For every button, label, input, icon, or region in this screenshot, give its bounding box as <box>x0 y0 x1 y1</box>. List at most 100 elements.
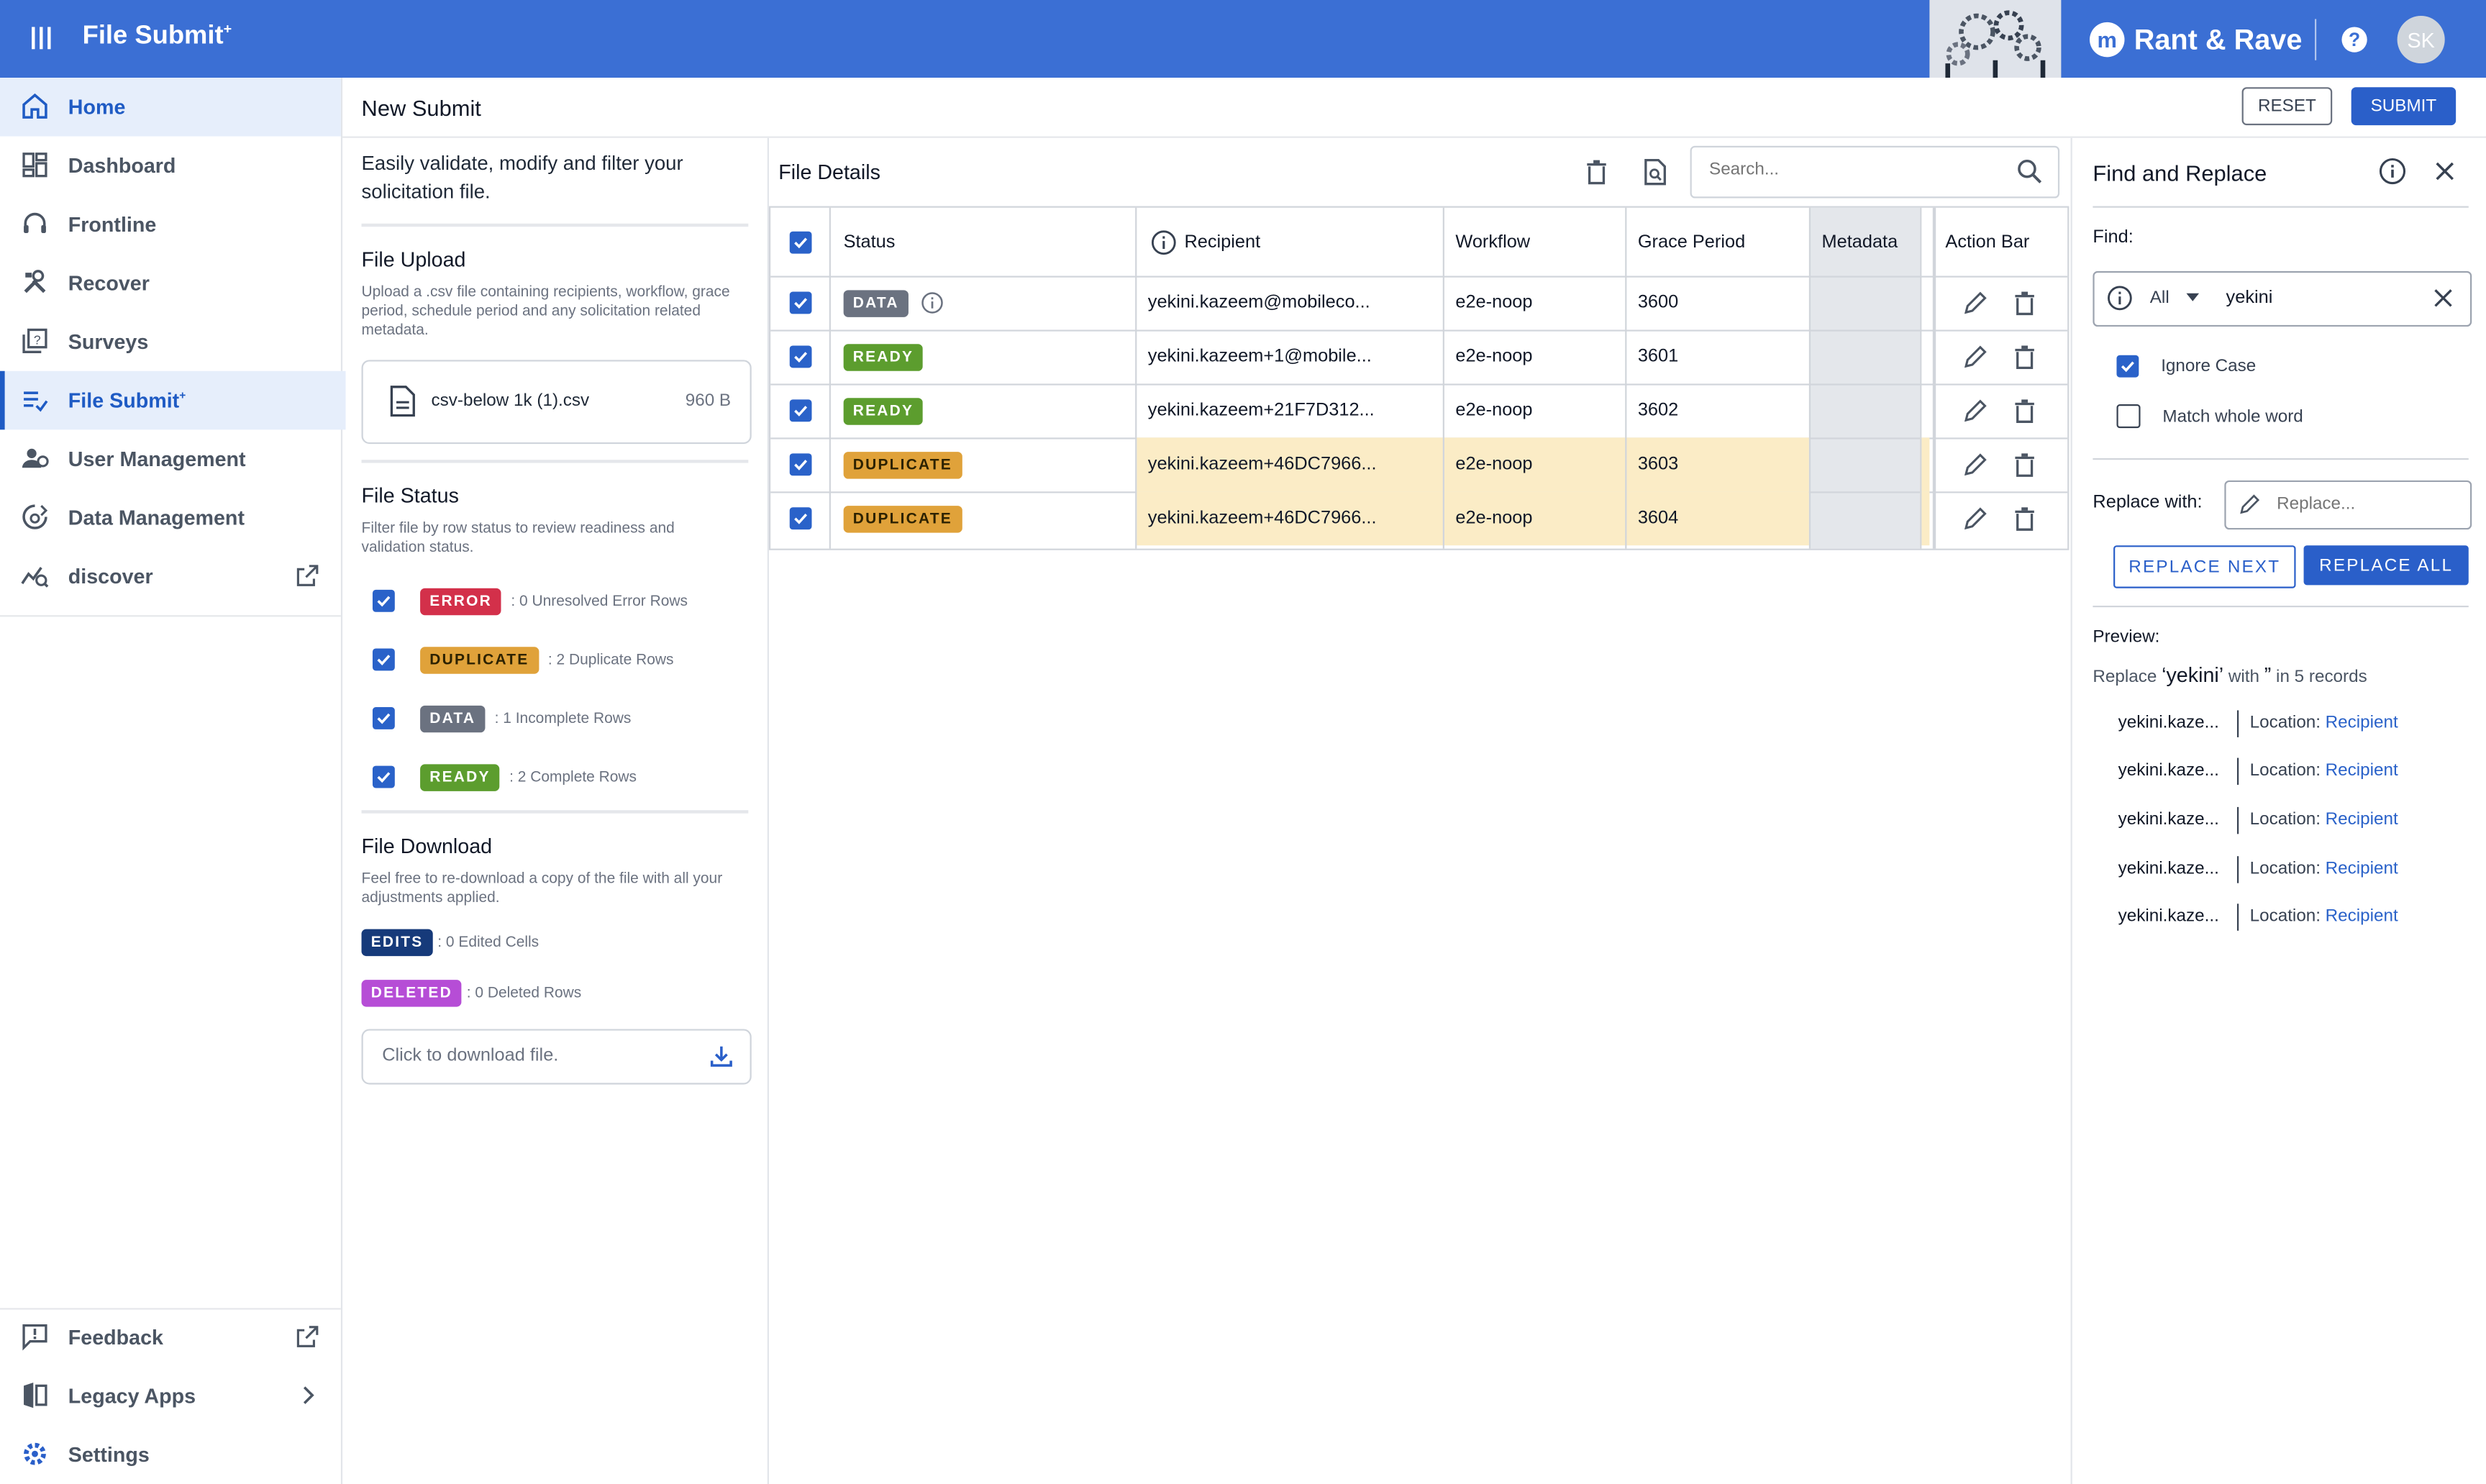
checkbox-checked[interactable] <box>372 648 395 671</box>
status-filter-error[interactable]: ERROR : 0 Unresolved Error Rows <box>372 585 688 616</box>
help-icon[interactable]: ? <box>2340 25 2369 54</box>
sidebar-item-dashboard[interactable]: Dashboard <box>0 137 341 196</box>
grace-period-cell[interactable]: 3604 <box>1638 491 1678 545</box>
checkbox-checked[interactable] <box>372 707 395 729</box>
recipient-cell[interactable]: yekini.kazeem+21F7D312... <box>1148 383 1449 437</box>
edit-row-button[interactable] <box>1963 329 1988 383</box>
ignore-case-checkbox[interactable] <box>2116 355 2139 378</box>
checkbox-checked[interactable] <box>372 589 395 612</box>
menu-icon[interactable] <box>25 22 57 54</box>
reset-button[interactable]: RESET <box>2241 87 2333 126</box>
search-input[interactable] <box>1706 158 1998 181</box>
sidebar-item-legacy-apps[interactable]: Legacy Apps <box>0 1367 341 1426</box>
edit-row-button[interactable] <box>1963 491 1988 545</box>
sidebar-item-recover[interactable]: Recover <box>0 254 341 313</box>
recipient-cell[interactable]: yekini.kazeem+46DC7966... <box>1148 491 1449 545</box>
select-all-checkbox[interactable] <box>789 208 821 276</box>
grace-period-cell[interactable]: 3603 <box>1638 437 1678 491</box>
row-checkbox[interactable] <box>789 276 812 330</box>
location-link[interactable]: Recipient <box>2326 761 2398 780</box>
workflow-cell[interactable]: e2e-noop <box>1455 437 1532 491</box>
file-details-title: File Details <box>778 160 880 184</box>
chevron-down-icon[interactable] <box>2186 293 2200 301</box>
match-whole-word-option[interactable]: Match whole word <box>2116 404 2303 429</box>
row-checkbox[interactable] <box>789 329 812 383</box>
sidebar-item-data-management[interactable]: Data Management <box>0 488 341 547</box>
preview-row[interactable]: yekini.kaze... Location: Recipient <box>2118 755 2398 786</box>
column-workflow[interactable]: Workflow <box>1455 208 1613 276</box>
workflow-cell[interactable]: e2e-noop <box>1455 329 1532 383</box>
scope-select[interactable]: All <box>2150 288 2169 307</box>
column-grace-period[interactable]: Grace Period <box>1638 208 1796 276</box>
delete-row-button[interactable] <box>2012 437 2037 491</box>
sidebar-item-feedback[interactable]: Feedback <box>0 1308 341 1367</box>
edit-row-button[interactable] <box>1963 437 1988 491</box>
row-checkbox[interactable] <box>789 491 812 545</box>
preview-row[interactable]: yekini.kaze... Location: Recipient <box>2118 707 2398 739</box>
close-icon[interactable] <box>2432 158 2457 183</box>
grace-period-cell[interactable]: 3600 <box>1638 276 1678 330</box>
delete-row-button[interactable] <box>2012 491 2037 545</box>
table-row[interactable]: DUPLICATE yekini.kazeem+46DC7966... e2e-… <box>770 437 2068 493</box>
sidebar-item-surveys[interactable]: ? Surveys <box>0 312 341 371</box>
column-status[interactable]: Status <box>844 208 1129 276</box>
row-checkbox[interactable] <box>789 437 812 491</box>
sidebar-item-frontline[interactable]: Frontline <box>0 195 341 254</box>
recipient-cell[interactable]: yekini.kazeem+46DC7966... <box>1148 437 1449 491</box>
workflow-cell[interactable]: e2e-noop <box>1455 491 1532 545</box>
delete-row-button[interactable] <box>2012 383 2037 437</box>
pencil-icon <box>1964 399 1987 422</box>
column-recipient[interactable]: Recipient <box>1151 208 1436 276</box>
sidebar-item-discover[interactable]: discover <box>0 547 341 617</box>
avatar[interactable]: SK <box>2397 16 2445 64</box>
recipient-cell[interactable]: yekini.kazeem+1@mobile... <box>1148 329 1449 383</box>
divider <box>361 460 749 463</box>
recipient-cell[interactable]: yekini.kazeem@mobileco... <box>1148 276 1449 330</box>
file-search-icon[interactable] <box>1642 158 1667 186</box>
column-metadata[interactable]: Metadata <box>1822 208 1917 276</box>
status-filter-duplicate[interactable]: DUPLICATE : 2 Duplicate Rows <box>372 644 673 675</box>
delete-icon[interactable] <box>1584 158 1609 185</box>
preview-row[interactable]: yekini.kaze... Location: Recipient <box>2118 804 2398 835</box>
edit-row-button[interactable] <box>1963 276 1988 330</box>
status-filter-data[interactable]: DATA : 1 Incomplete Rows <box>372 702 631 734</box>
workflow-cell[interactable]: e2e-noop <box>1455 383 1532 437</box>
workflow-cell[interactable]: e2e-noop <box>1455 276 1532 330</box>
checkbox-checked[interactable] <box>372 765 395 788</box>
location-link[interactable]: Recipient <box>2326 907 2398 926</box>
edit-row-button[interactable] <box>1963 383 1988 437</box>
column-divider <box>1808 207 1811 549</box>
delete-row-button[interactable] <box>2012 276 2037 330</box>
location-link[interactable]: Recipient <box>2326 810 2398 829</box>
clear-icon[interactable] <box>2432 287 2454 309</box>
replace-all-button[interactable]: REPLACE ALL <box>2303 545 2469 586</box>
status-filter-ready[interactable]: READY : 2 Complete Rows <box>372 761 637 793</box>
ignore-case-option[interactable]: Ignore Case <box>2116 355 2256 378</box>
sidebar-item-home[interactable]: Home <box>0 78 341 137</box>
location-link[interactable]: Recipient <box>2326 714 2398 732</box>
replace-input[interactable] <box>2273 493 2454 516</box>
uploaded-file[interactable]: csv-below 1k (1).csv 960 B <box>361 360 752 445</box>
replace-next-button[interactable]: REPLACE NEXT <box>2113 545 2296 588</box>
preview-row[interactable]: yekini.kaze... Location: Recipient <box>2118 853 2398 885</box>
replace-input-group[interactable] <box>2224 480 2472 530</box>
download-file-button[interactable]: Click to download file. <box>361 1029 752 1085</box>
table-row[interactable]: DATA yekini.kazeem@mobileco... e2e-noop … <box>770 276 2068 332</box>
table-row[interactable]: READY yekini.kazeem+21F7D312... e2e-noop… <box>770 383 2068 440</box>
submit-button[interactable]: SUBMIT <box>2351 87 2457 126</box>
table-row[interactable]: READY yekini.kazeem+1@mobile... e2e-noop… <box>770 329 2068 386</box>
location-link[interactable]: Recipient <box>2326 860 2398 878</box>
find-input[interactable]: yekini <box>2226 288 2273 307</box>
preview-row[interactable]: yekini.kaze... Location: Recipient <box>2118 901 2398 932</box>
sidebar-item-settings[interactable]: Settings <box>0 1425 341 1484</box>
table-row[interactable]: DUPLICATE yekini.kazeem+46DC7966... e2e-… <box>770 491 2067 546</box>
grace-period-cell[interactable]: 3601 <box>1638 329 1678 383</box>
sidebar-item-file-submit[interactable]: File Submit+ <box>0 370 346 430</box>
delete-row-button[interactable] <box>2012 329 2037 383</box>
info-icon[interactable] <box>2378 157 2407 186</box>
grace-period-cell[interactable]: 3602 <box>1638 383 1678 437</box>
row-checkbox[interactable] <box>789 383 812 437</box>
sidebar-item-user-management[interactable]: User Management <box>0 429 341 488</box>
match-whole-word-checkbox[interactable] <box>2116 404 2141 429</box>
table-search[interactable] <box>1690 145 2060 199</box>
